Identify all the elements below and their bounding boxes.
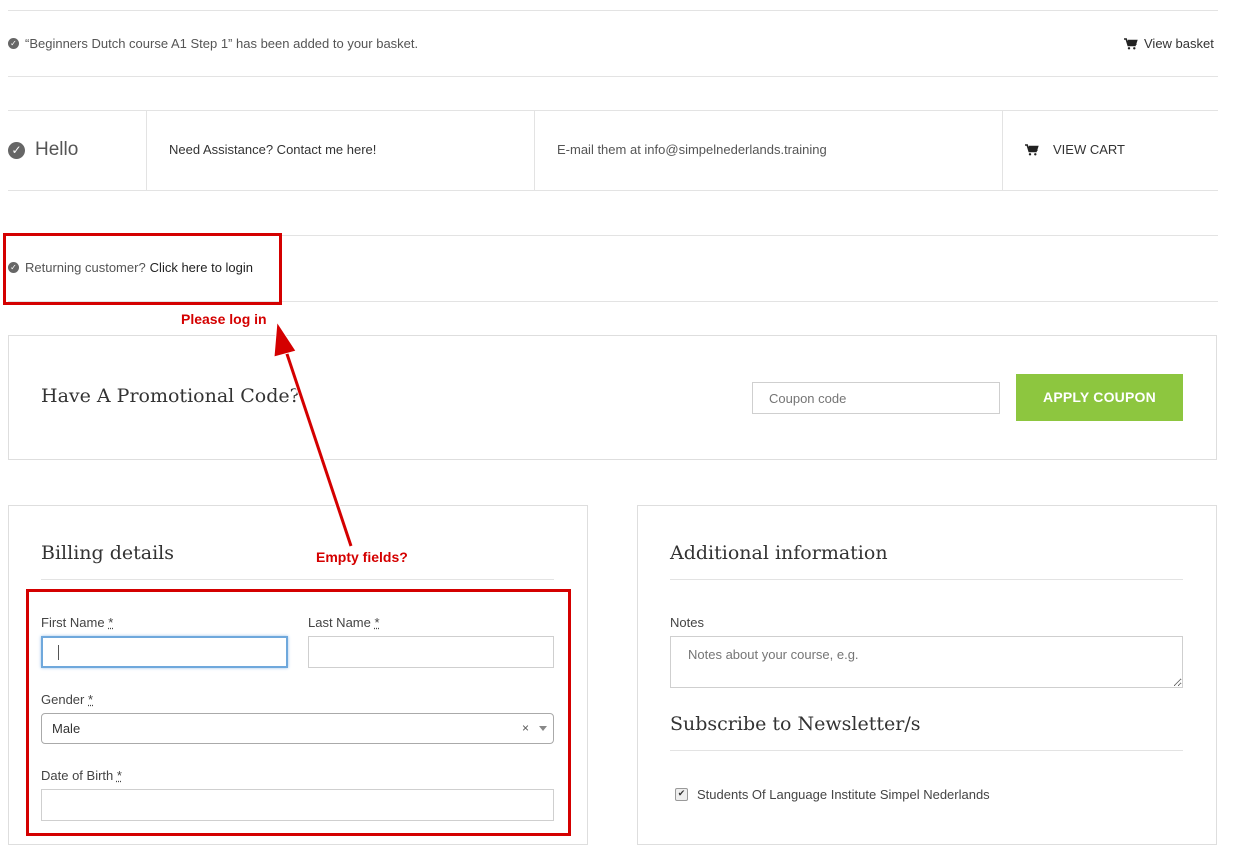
annotation-arrow	[273, 320, 354, 547]
